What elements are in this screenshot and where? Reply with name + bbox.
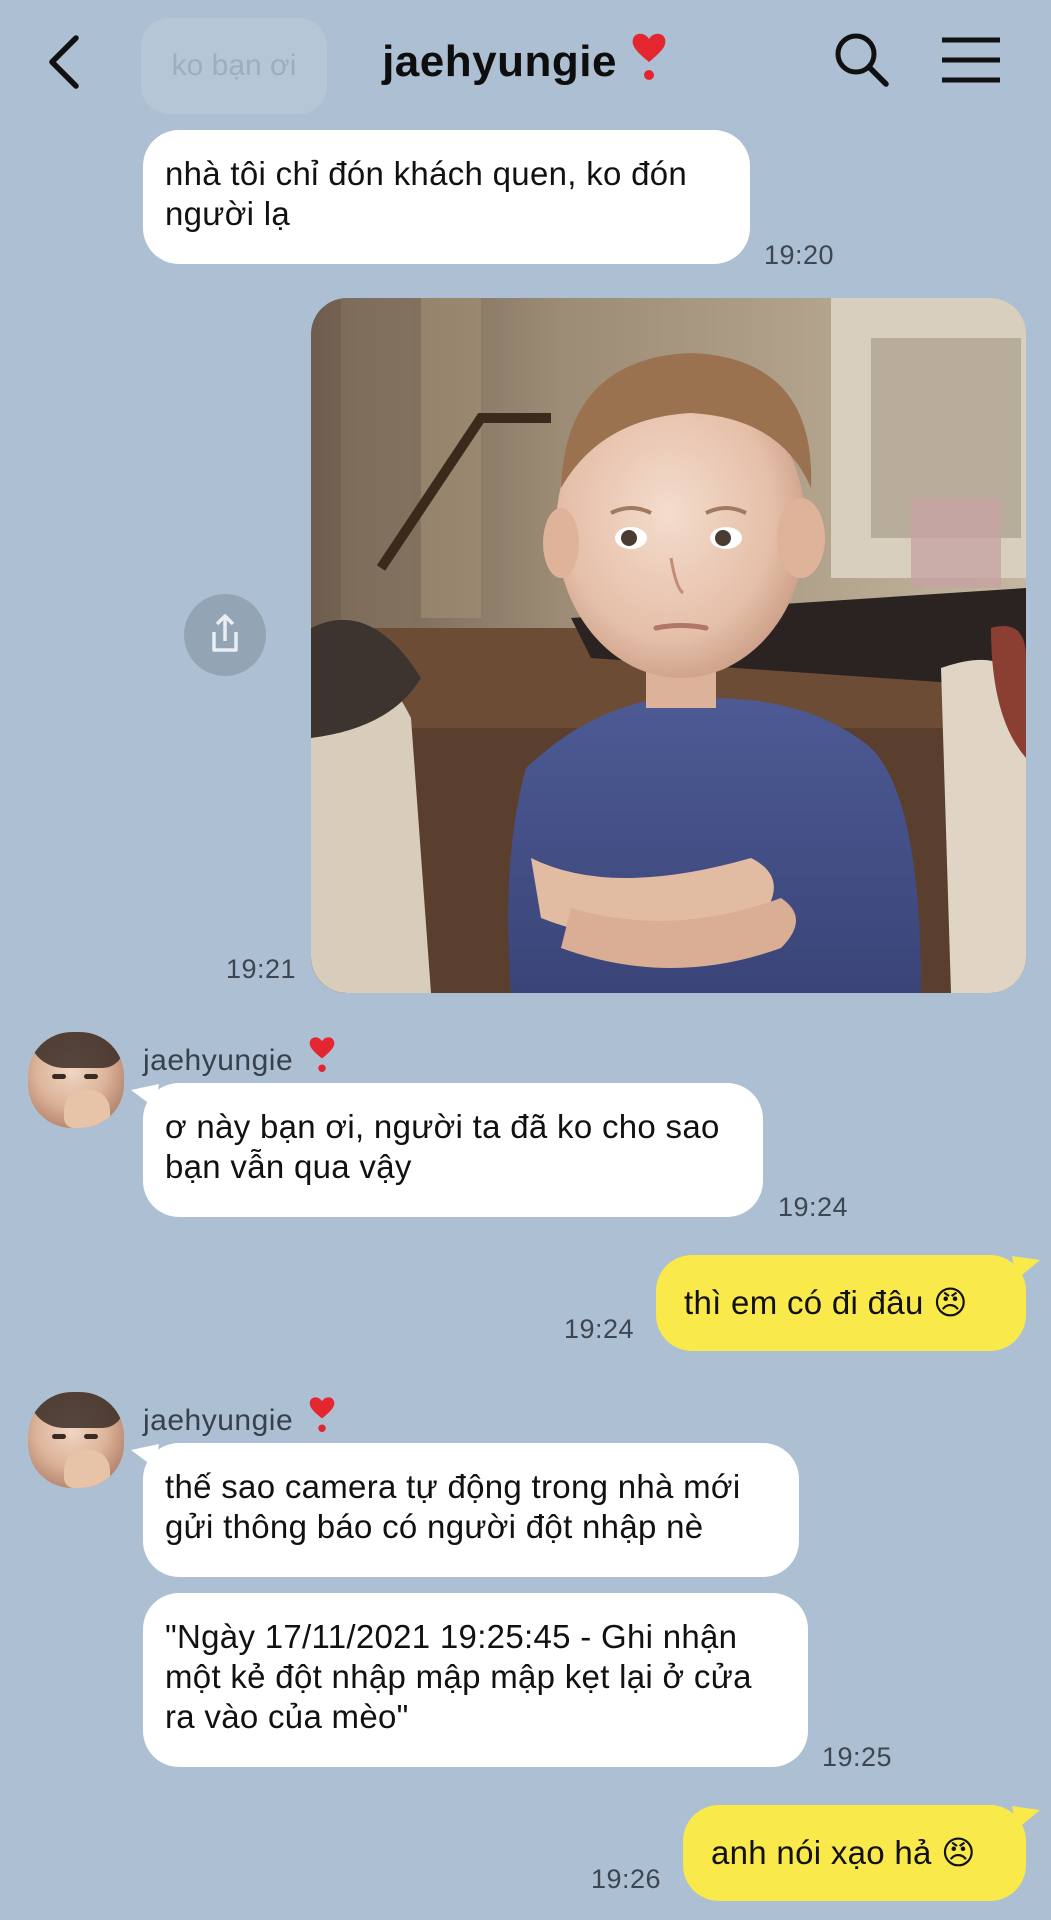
sent-message-bubble[interactable]: anh nói xạo hả 😠 xyxy=(683,1805,1026,1901)
share-button[interactable] xyxy=(184,594,266,676)
heart-exclamation-emoji xyxy=(309,1397,335,1432)
sender-name: jaehyungie xyxy=(143,1034,337,1078)
share-icon xyxy=(212,614,238,652)
chat-header: jaehyungie xyxy=(0,0,1051,120)
message-timestamp: 19:20 xyxy=(764,240,835,270)
received-message-bubble[interactable]: thế sao camera tự động trong nhà mới gửi… xyxy=(143,1443,799,1577)
heart-exclamation-emoji xyxy=(632,33,666,80)
received-message-bubble[interactable]: ơ này bạn ơi, người ta đã ko cho sao bạn… xyxy=(143,1083,763,1217)
contact-avatar[interactable] xyxy=(28,1392,124,1488)
message-text: thì em có đi đâu 😠 xyxy=(684,1284,968,1321)
bubble-tail xyxy=(1012,1806,1040,1830)
heart-exclamation-emoji xyxy=(309,1037,335,1072)
message-timestamp: 19:25 xyxy=(822,1742,893,1772)
received-message-bubble[interactable]: nhà tôi chỉ đón khách quen, ko đón người… xyxy=(143,130,750,264)
sender-name-text: jaehyungie xyxy=(143,1404,294,1437)
message-text: anh nói xạo hả 😠 xyxy=(711,1834,976,1871)
chat-title-text: jaehyungie xyxy=(382,37,617,86)
child-arms-crossed-photo xyxy=(311,298,1026,993)
menu-icon[interactable] xyxy=(940,36,1002,84)
received-message-bubble[interactable]: "Ngày 17/11/2021 19:25:45 - Ghi nhận một… xyxy=(143,1593,808,1767)
contact-avatar[interactable] xyxy=(28,1032,124,1128)
message-timestamp: 19:26 xyxy=(591,1864,662,1894)
message-text: nhà tôi chỉ đón khách quen, ko đón người… xyxy=(165,155,688,232)
message-text: thế sao camera tự động trong nhà mới gửi… xyxy=(165,1468,741,1545)
message-text: "Ngày 17/11/2021 19:25:45 - Ghi nhận một… xyxy=(165,1618,752,1735)
chat-title: jaehyungie xyxy=(0,30,1051,87)
message-timestamp: 19:21 xyxy=(226,954,297,984)
sender-name: jaehyungie xyxy=(143,1394,337,1438)
sender-name-text: jaehyungie xyxy=(143,1044,294,1077)
search-icon[interactable] xyxy=(832,30,890,88)
message-timestamp: 19:24 xyxy=(564,1314,635,1344)
photo-message[interactable] xyxy=(311,298,1026,993)
message-timestamp: 19:24 xyxy=(778,1192,849,1222)
bubble-tail xyxy=(1012,1256,1040,1280)
sent-message-bubble[interactable]: thì em có đi đâu 😠 xyxy=(656,1255,1026,1351)
message-text: ơ này bạn ơi, người ta đã ko cho sao bạn… xyxy=(165,1108,720,1185)
